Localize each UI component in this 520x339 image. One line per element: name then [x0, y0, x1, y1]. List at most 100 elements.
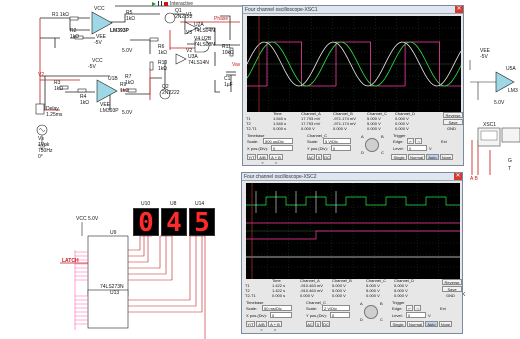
- pause-icon[interactable]: [158, 1, 162, 6]
- xsc2-ab-button[interactable]: A/B >: [256, 321, 267, 332]
- xsc2-edge-fall-button[interactable]: ¬: [414, 305, 421, 311]
- r11-label: R11 10kΩ: [222, 44, 234, 56]
- stop-icon[interactable]: [164, 1, 168, 6]
- p5v2-label: 5.0V: [122, 110, 133, 116]
- xsc1-col-d: Channel_D 0.000 V 0.000 V 0.000 V: [395, 111, 416, 131]
- m5v-right-label: -5V: [480, 54, 488, 60]
- oscilloscope-window-xsc1[interactable]: Four channel oscilloscope-XSC1 ✕ T1 T2 T2-…: [197, 5, 520, 166]
- xsc2-channel-knob[interactable]: [364, 305, 378, 319]
- xsc2-timebase-label: Timebase: [246, 300, 264, 305]
- p5v1-label: 5.0V: [122, 48, 133, 54]
- xsc1-zero-button[interactable]: 0: [316, 154, 322, 160]
- xsc2-titlebar[interactable]: Four channel oscilloscope-XSC2 ✕: [242, 173, 462, 181]
- xsc2-reverse-button[interactable]: Reverse: [442, 279, 462, 285]
- xsc1-col-time: Time 1.540 s 1.540 s 0.000 s: [273, 111, 287, 131]
- xsc2-xpos-field[interactable]: 0: [270, 312, 292, 318]
- xsc2-trace-ramps: [255, 191, 337, 213]
- xsc2-save-button[interactable]: Save: [442, 286, 462, 292]
- interactive-label[interactable]: Interactive: [170, 1, 193, 7]
- xsc1-label: XSC1: [483, 122, 497, 128]
- v3-label: V3: [186, 30, 193, 36]
- r2-label: R2 1kΩ: [70, 28, 80, 40]
- xsc2-aplusb-button[interactable]: A + B >: [268, 321, 282, 332]
- oscilloscope-window-xsc2[interactable]: Four channel oscilloscope-XSC2 ✕ T1 T2 T2-…: [241, 172, 463, 334]
- delay-box: [35, 103, 45, 115]
- xsc2-yt-button[interactable]: Y/T: [246, 321, 255, 327]
- xsc2-edge-rise-button[interactable]: ⌐: [406, 305, 413, 311]
- xsc1-aplusb-button[interactable]: A + B >: [269, 154, 283, 165]
- xsc1-screen[interactable]: [197, 16, 520, 112]
- xsc2-row-names: T1 T2 T2-T1: [245, 283, 256, 298]
- xsc1-timebase-scale-field[interactable]: 500 us/Div: [263, 138, 293, 144]
- side-instrument[interactable]: [501, 127, 520, 143]
- xsc2-single-button[interactable]: Single: [390, 321, 406, 327]
- xsc2-title: Four channel oscilloscope-XSC2: [244, 173, 317, 180]
- xsc1-timebase-label: Timebase: [247, 133, 265, 138]
- r4-label: R4 1kΩ: [80, 94, 90, 106]
- play-icon[interactable]: [152, 1, 156, 6]
- xsc2-normal-button[interactable]: Normal: [407, 321, 424, 327]
- wires-right: [469, 60, 496, 100]
- xsc1-knob-b: B: [381, 134, 384, 139]
- xsc2-timebase-scale-field[interactable]: 50 ms/Div: [262, 305, 292, 311]
- xsc1-gnd-label: GND: [447, 126, 456, 131]
- r5-label: R5 1kΩ: [126, 10, 136, 22]
- seven-seg-display-u8: 4: [161, 208, 187, 237]
- u3a-label: U3A 74LS14N: [188, 54, 209, 66]
- xsc2-knob-a: A: [360, 301, 363, 306]
- xsc2-auto-button[interactable]: Auto: [425, 321, 438, 327]
- v1-label: V1: [186, 12, 193, 18]
- vav-label: Vav: [232, 62, 241, 68]
- xsc1-none-button[interactable]: None: [440, 154, 453, 160]
- xsc1-level-label: Level:: [393, 146, 404, 151]
- xsc1-reverse-button[interactable]: Reverse: [443, 112, 463, 118]
- xsc2-dc-button[interactable]: DC: [322, 321, 330, 327]
- xsc1-channel-scale-field[interactable]: 5 V/Div: [323, 138, 351, 144]
- xsc1-channel-knob[interactable]: [365, 138, 379, 152]
- xsc1-level-field[interactable]: 0: [407, 145, 427, 151]
- u13-label: U13: [110, 290, 120, 296]
- xsc1-ab-button[interactable]: A/B >: [257, 154, 268, 165]
- m5v2-label: -5V: [88, 64, 96, 70]
- xsc1-edge-fall-button[interactable]: ¬: [415, 138, 422, 144]
- xsc1-knob-d: D: [361, 150, 364, 155]
- xsc1-yt-button[interactable]: Y/T: [247, 154, 256, 160]
- xsc2-control-panel: T1 T2 T2-T1 Time 1.422 s 1.422 s 0.000 s Chan…: [242, 278, 464, 335]
- r7-label: R7 1kΩ: [125, 74, 135, 86]
- xsc1-normal-button[interactable]: Normal: [408, 154, 425, 160]
- xsc2-channel-scale-field[interactable]: 2 V/Div: [322, 305, 350, 311]
- xsc2-level-unit: V: [428, 313, 431, 318]
- xsc1-xpos-field[interactable]: 0: [271, 145, 293, 151]
- xsc1-close-button[interactable]: ✕: [455, 6, 463, 13]
- xsc1-ac-button[interactable]: AC: [307, 154, 315, 160]
- v2-source-label: V2: [38, 72, 45, 78]
- xsc1-single-button[interactable]: Single: [391, 154, 407, 160]
- xsc1-edge-label: Edge:: [393, 139, 404, 144]
- xsc1-edge-rise-button[interactable]: ⌐: [407, 138, 414, 144]
- t-label: T: [508, 166, 512, 172]
- vcc1-label: VCC: [94, 6, 105, 12]
- u2b-label: V4 U2B 74LS08N: [194, 36, 215, 48]
- xsc2-screen[interactable]: [246, 183, 460, 279]
- xsc1-auto-button[interactable]: Auto: [426, 154, 439, 160]
- digit-u10: 0: [138, 208, 154, 238]
- gate-u3a: [175, 53, 187, 65]
- xsc1-ypos-field[interactable]: 0: [331, 145, 351, 151]
- xsc1-save-button[interactable]: Save: [443, 119, 463, 125]
- xsc1-col-b: Channel_B -971.174 mV -971.174 mV 0.000 V: [333, 111, 356, 131]
- xsc1-knob-c: C: [381, 150, 384, 155]
- xsc2-level-field[interactable]: 0: [406, 312, 426, 318]
- xsc2-none-button[interactable]: None: [439, 321, 452, 327]
- xsc2-ac-button[interactable]: AC: [306, 321, 314, 327]
- multisim-workspace[interactable]: R1 1kΩ R2 1kΩ VCC VEE -5V LM393P R5 1kΩ R6…: [0, 0, 520, 339]
- xsc2-knob-c: C: [380, 317, 383, 322]
- lm393-1-label: LM393P: [110, 28, 129, 34]
- simulation-toolbar: Interactive: [152, 0, 193, 7]
- xsc2-ypos-field[interactable]: 0: [330, 312, 350, 318]
- xsc1-titlebar[interactable]: Four channel oscilloscope-XSC1 ✕: [243, 6, 463, 14]
- xsc1-dc-button[interactable]: DC: [323, 154, 331, 160]
- xsc2-zero-button[interactable]: 0: [315, 321, 321, 327]
- xsc2-close-button[interactable]: ✕: [454, 173, 462, 180]
- xsc2-knob-d: D: [360, 317, 363, 322]
- xsc2-ext-label: Ext: [440, 306, 446, 311]
